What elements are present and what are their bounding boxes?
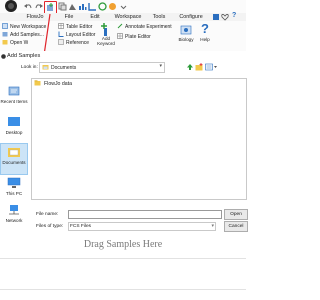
look-in-label: Look in: xyxy=(21,65,38,70)
divider xyxy=(0,258,246,259)
file-list xyxy=(31,78,247,200)
favorite-icon[interactable] xyxy=(221,13,229,21)
menu-configure[interactable]: Configure xyxy=(178,13,204,21)
annotate-icon xyxy=(117,23,123,31)
dialog-title: Add Samples xyxy=(7,53,41,59)
menu-tools[interactable]: Tools xyxy=(150,13,168,21)
documents-icon xyxy=(7,146,21,158)
network-label: Network xyxy=(5,218,23,223)
up-folder-icon[interactable] xyxy=(186,63,194,71)
add-samples-icon xyxy=(2,31,8,39)
place-recent-items[interactable]: Recent Items xyxy=(0,83,28,115)
file-name: FlowJo data xyxy=(44,80,72,87)
flowjo-logo-icon[interactable] xyxy=(3,0,19,12)
add-keyword-button[interactable]: Add Keyword xyxy=(96,22,116,50)
plugin-icon[interactable] xyxy=(107,1,118,12)
recent-items-icon xyxy=(7,85,21,97)
open-workspace-icon xyxy=(2,39,8,46)
plate-editor-icon xyxy=(117,33,123,41)
place-network[interactable]: Network xyxy=(0,202,28,234)
this-pc-icon xyxy=(7,177,21,189)
help-label: Help xyxy=(200,37,210,42)
layout-editor-button[interactable]: Layout Editor xyxy=(58,31,95,39)
view-menu-icon[interactable] xyxy=(205,63,217,71)
menu-file[interactable]: File xyxy=(62,13,76,21)
place-desktop[interactable]: Desktop xyxy=(0,114,28,146)
list-item[interactable]: FlowJo data xyxy=(34,79,72,88)
new-folder-icon[interactable] xyxy=(195,63,203,71)
annotate-experiment-label: Annotate Experiment xyxy=(125,24,172,30)
file-type-label: Files of type: xyxy=(36,224,64,229)
file-name-input[interactable] xyxy=(68,210,222,219)
folder-icon xyxy=(34,79,41,88)
table-editor-label: Table Editor xyxy=(66,24,93,30)
help-button[interactable]: ? Help xyxy=(198,22,212,50)
reference-button[interactable]: Reference xyxy=(58,39,89,46)
look-in-select[interactable]: Documents ▾ xyxy=(39,62,165,73)
biology-icon xyxy=(180,24,192,36)
documents-label: Documents xyxy=(2,160,26,165)
divider xyxy=(0,289,246,290)
biology-button[interactable]: Biology xyxy=(174,22,198,50)
drop-zone-hint[interactable]: Drag Samples Here xyxy=(0,234,246,256)
dialog-title-bar: Add Samples xyxy=(0,51,246,61)
menu-workspace[interactable]: Workspace xyxy=(113,13,143,21)
new-workspace-icon xyxy=(2,23,8,31)
add-keyword-label-line2: Keyword xyxy=(97,41,115,46)
file-type-select[interactable]: FCS Files ▾ xyxy=(68,222,216,231)
documents-folder-icon xyxy=(42,64,49,70)
look-in-value: Documents xyxy=(51,64,77,71)
reference-label: Reference xyxy=(66,39,90,46)
cancel-button[interactable]: Cancel xyxy=(224,221,248,232)
plate-editor-button[interactable]: Plate Editor xyxy=(117,33,151,41)
add-keyword-icon xyxy=(100,23,112,36)
file-type-value: FCS Files xyxy=(70,224,92,229)
table-editor-button[interactable]: Table Editor xyxy=(58,23,92,31)
layout-editor-label: Layout Editor xyxy=(66,32,96,38)
dialog-app-icon xyxy=(1,53,6,59)
place-documents[interactable]: Documents xyxy=(0,143,28,175)
open-button[interactable]: Open xyxy=(224,209,248,220)
look-in-chevron-down-icon: ▾ xyxy=(159,63,162,69)
network-icon xyxy=(7,204,21,216)
file-name-label: File name: xyxy=(36,212,59,217)
bookmark-icon[interactable] xyxy=(213,14,219,20)
file-type-chevron-down-icon: ▾ xyxy=(211,223,214,229)
open-workspace-button[interactable]: Open W xyxy=(2,39,28,46)
plate-editor-label: Plate Editor xyxy=(125,34,151,40)
this-pc-label: This PC xyxy=(5,191,23,196)
recent-items-label: Recent Items xyxy=(0,99,28,104)
more-icon[interactable] xyxy=(118,1,129,12)
open-workspace-label: Open W xyxy=(10,39,29,46)
biology-label: Biology xyxy=(178,37,194,42)
help-menu-icon[interactable]: ? xyxy=(232,12,240,21)
desktop-label: Desktop xyxy=(5,130,23,135)
menu-edit[interactable]: Edit xyxy=(88,13,102,21)
desktop-icon xyxy=(7,116,21,128)
help-icon: ? xyxy=(201,21,209,36)
annotate-experiment-button[interactable]: Annotate Experiment xyxy=(117,23,172,31)
